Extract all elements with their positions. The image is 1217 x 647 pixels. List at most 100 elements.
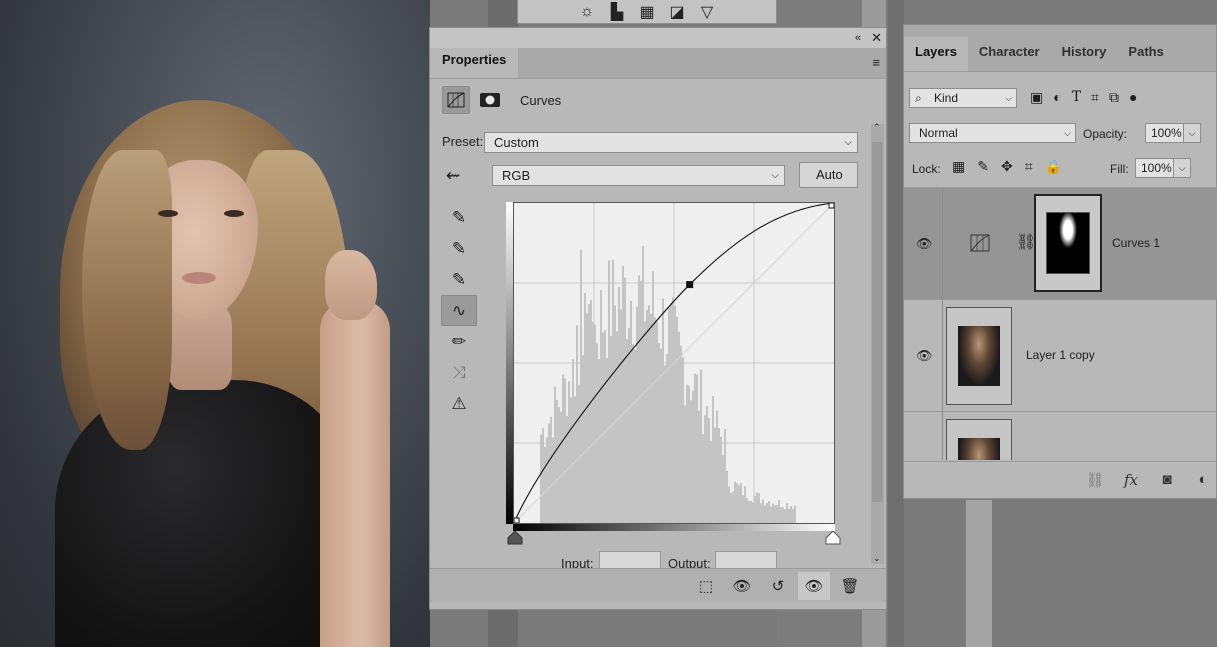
adjustment-layer-filter-icon[interactable]: ◐ (1053, 89, 1061, 106)
chevron-down-icon[interactable]: ⌵ (1183, 123, 1201, 143)
histogram-bar (742, 495, 744, 523)
reset-icon[interactable]: ↺ (762, 572, 794, 600)
histogram-bar (564, 378, 566, 523)
layer-row[interactable]: 👁 Layer 1 copy (904, 300, 1217, 412)
new-adjustment-icon[interactable]: ◐ (1192, 471, 1214, 488)
histogram-bar (594, 324, 596, 523)
view-previous-state-icon[interactable]: 👁 (726, 572, 758, 600)
histogram-bar (692, 390, 694, 523)
lock-label: Lock: (912, 162, 941, 176)
histogram-bar (630, 300, 632, 523)
filter-toggle-icon[interactable]: ● (1129, 89, 1137, 106)
layer-thumbnail[interactable] (946, 419, 1012, 460)
levels-icon[interactable]: ▙ (606, 2, 628, 22)
curves-plot (514, 203, 834, 523)
exposure-icon[interactable]: ◪ (666, 2, 688, 22)
artboard-lock-icon[interactable]: ⌗ (1025, 158, 1033, 175)
black-point-slider[interactable] (507, 531, 523, 545)
brightness-icon[interactable]: ☼ (576, 2, 598, 22)
histogram-bar (582, 355, 584, 523)
histogram-bar (736, 483, 738, 523)
tab-paths[interactable]: Paths (1117, 37, 1174, 71)
histogram-bar (724, 429, 726, 523)
layer-thumbnail[interactable] (946, 307, 1012, 405)
histogram-bar (788, 508, 790, 523)
histogram-bar (652, 271, 654, 523)
kind-filter-value: Kind (934, 91, 959, 105)
fill-input[interactable]: 100% (1135, 158, 1175, 178)
smooth-curve-icon[interactable]: ⤨ (441, 357, 477, 388)
add-mask-icon[interactable]: ◙ (1156, 471, 1178, 488)
gray-point-eyedropper-icon[interactable]: ✎ (441, 233, 477, 264)
on-image-adjust-icon[interactable]: ⇜ (446, 166, 460, 186)
white-point-eyedropper-icon[interactable]: ✎ (441, 264, 477, 295)
lock-all-icon[interactable]: 🔒 (1045, 158, 1062, 175)
type-layer-filter-icon[interactable]: T (1072, 89, 1081, 106)
layer-mask-thumbnail[interactable] (1034, 194, 1102, 292)
histogram-bar (586, 313, 588, 523)
channel-dropdown[interactable]: RGB ⌵ (492, 165, 785, 186)
link-layers-icon[interactable]: ⛓ (1084, 471, 1106, 489)
scrollbar-thumb[interactable] (872, 142, 883, 502)
lock-transparent-icon[interactable]: ▦ (952, 158, 965, 175)
visibility-eye-icon[interactable]: 👁 (798, 571, 830, 600)
blend-mode-dropdown[interactable]: Normal ⌵ (909, 123, 1076, 143)
layer-row[interactable]: 👁 ⛓ Curves 1 (904, 188, 1217, 300)
histogram-bar (616, 331, 618, 523)
scroll-down-icon[interactable]: ⌄ (873, 553, 881, 564)
layer-name[interactable]: Curves 1 (1112, 236, 1160, 250)
histogram-bar (682, 357, 684, 523)
histogram-bar (556, 399, 558, 523)
curve-control-point[interactable] (828, 203, 834, 209)
close-icon[interactable]: ✕ (871, 30, 882, 46)
curves-adjustment-button[interactable] (442, 86, 470, 114)
fx-icon[interactable]: fx (1120, 471, 1142, 489)
document-canvas[interactable] (0, 0, 430, 647)
curves-graph[interactable] (513, 202, 835, 524)
tab-character[interactable]: Character (968, 37, 1051, 71)
histogram-bar (718, 428, 720, 523)
black-point-eyedropper-icon[interactable]: ✎ (441, 202, 477, 233)
curve-control-point[interactable] (514, 517, 520, 523)
pencil-icon[interactable]: ✏ (441, 326, 477, 357)
preset-dropdown[interactable]: Custom ⌵ (484, 132, 858, 153)
histogram-bar (664, 365, 666, 523)
clipping-warning-icon[interactable]: ⚠ (441, 388, 477, 419)
chevron-down-icon: ⌵ (1005, 93, 1012, 103)
shape-layer-filter-icon[interactable]: ⌗ (1091, 89, 1099, 106)
curves-icon[interactable]: ▦ (636, 2, 658, 22)
layer-name[interactable]: Layer 1 copy (1026, 348, 1095, 362)
histogram-bar (750, 500, 752, 523)
kind-filter-dropdown[interactable]: ⌕ Kind ⌵ (909, 88, 1017, 108)
histogram-bar (602, 332, 604, 523)
layer-row[interactable] (904, 412, 1217, 460)
clip-to-layer-icon[interactable]: ⬚ (690, 572, 722, 600)
scroll-up-icon[interactable]: ⌃ (873, 122, 881, 133)
visibility-eye-icon[interactable]: 👁 (916, 348, 933, 364)
trash-icon[interactable]: 🗑 (834, 572, 866, 600)
chevron-down-icon[interactable]: ⌵ (1173, 158, 1191, 178)
collapse-icon[interactable]: « (855, 32, 861, 44)
curve-control-point[interactable] (686, 281, 694, 289)
layers-tabs: Layers Character History Paths (904, 25, 1216, 72)
gradient-map-icon[interactable]: ▽ (696, 2, 718, 22)
visibility-eye-icon[interactable]: 👁 (916, 236, 933, 252)
tab-properties[interactable]: Properties (430, 48, 519, 78)
white-point-slider[interactable] (825, 531, 841, 545)
histogram-bar (766, 503, 768, 523)
lock-position-icon[interactable]: ✥ (1001, 158, 1013, 175)
mask-button[interactable] (476, 86, 504, 114)
histogram-bar (540, 434, 542, 523)
lock-image-icon[interactable]: ✎ (977, 158, 989, 175)
properties-scrollbar[interactable]: ⌃ ⌄ (871, 122, 884, 564)
tab-layers[interactable]: Layers (904, 37, 968, 71)
auto-button[interactable]: Auto (799, 162, 858, 188)
smart-object-filter-icon[interactable]: ⧉ (1109, 89, 1119, 106)
pixel-layer-filter-icon[interactable]: ▣ (1030, 89, 1043, 106)
panel-menu-icon[interactable]: ≡ (872, 55, 880, 70)
opacity-input[interactable]: 100% (1145, 123, 1185, 143)
curve-points-tool-icon[interactable]: ∿ (441, 295, 477, 326)
histogram-bar (546, 437, 548, 523)
histogram-bar (782, 507, 784, 523)
tab-history[interactable]: History (1051, 37, 1118, 71)
